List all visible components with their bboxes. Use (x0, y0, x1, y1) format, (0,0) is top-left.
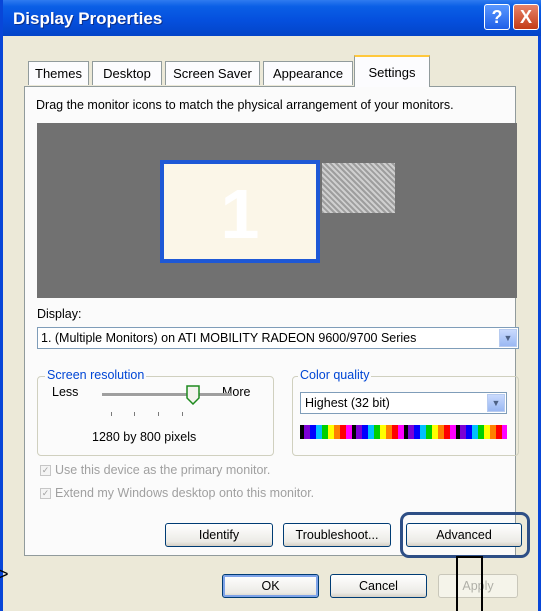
tab-appearance[interactable]: Appearance (263, 61, 353, 85)
identify-button[interactable]: Identify (165, 523, 273, 547)
pointer-arrow-icon: > (0, 564, 9, 584)
tab-desktop[interactable]: Desktop (92, 61, 162, 85)
title-bar[interactable]: Display Properties ? X (3, 0, 541, 36)
help-button[interactable]: ? (484, 4, 510, 30)
apply-button[interactable]: Apply (438, 574, 518, 598)
color-quality-value: Highest (32 bit) (305, 396, 390, 410)
window-title: Display Properties (13, 9, 163, 28)
tab-themes[interactable]: Themes (28, 61, 89, 85)
tab-settings[interactable]: Settings (354, 55, 430, 87)
tab-screen-saver[interactable]: Screen Saver (165, 61, 260, 85)
color-spectrum-bar (300, 425, 507, 439)
color-quality-select[interactable]: Highest (32 bit) ▼ (300, 392, 507, 414)
display-label: Display: (37, 307, 82, 321)
extend-desktop-label: Extend my Windows desktop onto this moni… (55, 486, 315, 500)
chevron-down-icon[interactable]: ▼ (487, 394, 505, 412)
checkmark-icon: ✓ (40, 464, 51, 476)
color-quality-group (292, 376, 519, 456)
close-button[interactable]: X (513, 4, 539, 30)
display-select[interactable]: 1. (Multiple Monitors) on ATI MOBILITY R… (37, 327, 519, 349)
troubleshoot-button[interactable]: Troubleshoot... (283, 523, 391, 547)
annotation-marker (456, 556, 483, 558)
slider-tick (182, 412, 183, 416)
primary-monitor-checkbox[interactable]: ✓ Use this device as the primary monitor… (40, 463, 270, 477)
cancel-button[interactable]: Cancel (330, 574, 427, 598)
monitor-1-icon[interactable]: 1 (160, 160, 320, 263)
resolution-less-label: Less (52, 385, 79, 399)
annotation-marker (481, 556, 483, 611)
advanced-highlight-box (400, 512, 530, 558)
slider-tick (111, 412, 112, 416)
monitor-2-icon[interactable] (322, 163, 395, 213)
screen-resolution-label: Screen resolution (45, 368, 147, 382)
checkmark-icon: ✓ (40, 487, 51, 499)
primary-monitor-label: Use this device as the primary monitor. (55, 463, 271, 477)
ok-button[interactable]: OK (222, 574, 319, 598)
resolution-slider-track[interactable] (102, 393, 232, 397)
monitor-1-number: 1 (220, 175, 260, 253)
resolution-value: 1280 by 800 pixels (92, 430, 197, 444)
annotation-marker (456, 556, 458, 611)
resolution-slider-thumb[interactable] (186, 385, 200, 405)
display-select-value: 1. (Multiple Monitors) on ATI MOBILITY R… (41, 331, 417, 345)
slider-tick (134, 412, 135, 416)
extend-desktop-checkbox[interactable]: ✓ Extend my Windows desktop onto this mo… (40, 486, 314, 500)
slider-tick (158, 412, 159, 416)
color-quality-label: Color quality (298, 368, 372, 382)
chevron-down-icon[interactable]: ▼ (499, 329, 517, 347)
instruction-text: Drag the monitor icons to match the phys… (36, 98, 454, 112)
